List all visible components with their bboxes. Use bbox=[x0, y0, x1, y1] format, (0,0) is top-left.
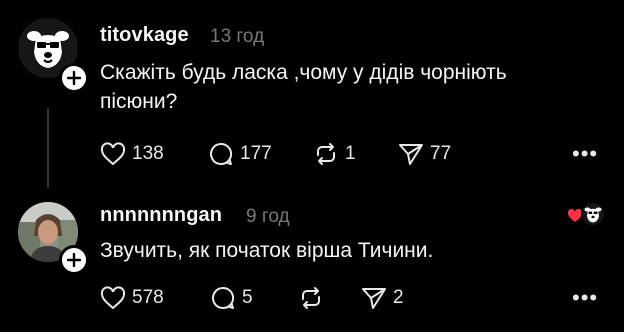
share-button[interactable]: 2 bbox=[361, 283, 404, 313]
comment-icon bbox=[210, 142, 233, 165]
post-text: Звучить, як початок вірша Тичини. bbox=[100, 236, 600, 265]
follow-plus-button[interactable] bbox=[59, 63, 89, 93]
liked-by-author-badge bbox=[567, 202, 607, 228]
send-icon bbox=[399, 144, 423, 165]
post-time: 9 год bbox=[246, 206, 290, 227]
heart-icon bbox=[100, 286, 126, 310]
plus-icon bbox=[67, 253, 81, 267]
username[interactable]: nnnnnnngan bbox=[100, 204, 222, 227]
post-text-line: Скажіть будь ласка ,чому у дідів чорніют… bbox=[100, 61, 507, 84]
post-text-line: Звучить, як початок вірша Тичини. bbox=[100, 239, 434, 262]
post-text-line: пісюни? bbox=[100, 90, 178, 113]
more-options-button[interactable]: ••• bbox=[572, 285, 598, 311]
post-time: 13 год bbox=[210, 26, 265, 47]
like-count: 578 bbox=[132, 287, 164, 308]
thread-line bbox=[47, 108, 49, 188]
repost-icon bbox=[317, 143, 335, 165]
send-icon bbox=[362, 288, 386, 309]
share-count: 77 bbox=[430, 143, 452, 164]
post-text: Скажіть будь ласка ,чому у дідів чорніют… bbox=[100, 58, 600, 116]
like-count: 138 bbox=[132, 143, 164, 164]
like-button[interactable]: 138 bbox=[100, 139, 164, 169]
username[interactable]: titovkage bbox=[100, 24, 189, 47]
repost-count: 1 bbox=[345, 143, 356, 164]
comment-icon bbox=[212, 286, 235, 309]
repost-button[interactable] bbox=[298, 283, 330, 313]
post-2: nnnnnnngan 9 год Звучить, як початок вір… bbox=[0, 190, 624, 332]
action-bar: 578 5 2 bbox=[100, 283, 600, 313]
share-count: 2 bbox=[393, 287, 404, 308]
comment-count: 5 bbox=[242, 287, 253, 308]
like-button[interactable]: 578 bbox=[100, 283, 164, 313]
follow-plus-button[interactable] bbox=[59, 245, 89, 275]
comment-button[interactable]: 177 bbox=[208, 139, 272, 169]
repost-icon bbox=[302, 287, 320, 309]
comment-count: 177 bbox=[240, 143, 272, 164]
post-1: titovkage 13 год Скажіть будь ласка ,чом… bbox=[0, 0, 624, 190]
heart-icon bbox=[100, 142, 126, 166]
action-bar: 138 177 1 77 bbox=[100, 139, 600, 169]
share-button[interactable]: 77 bbox=[398, 139, 451, 169]
comment-button[interactable]: 5 bbox=[210, 283, 253, 313]
author-avatar-icon bbox=[581, 202, 605, 226]
plus-icon bbox=[67, 71, 81, 85]
more-options-button[interactable]: ••• bbox=[572, 141, 598, 167]
repost-button[interactable]: 1 bbox=[313, 139, 356, 169]
